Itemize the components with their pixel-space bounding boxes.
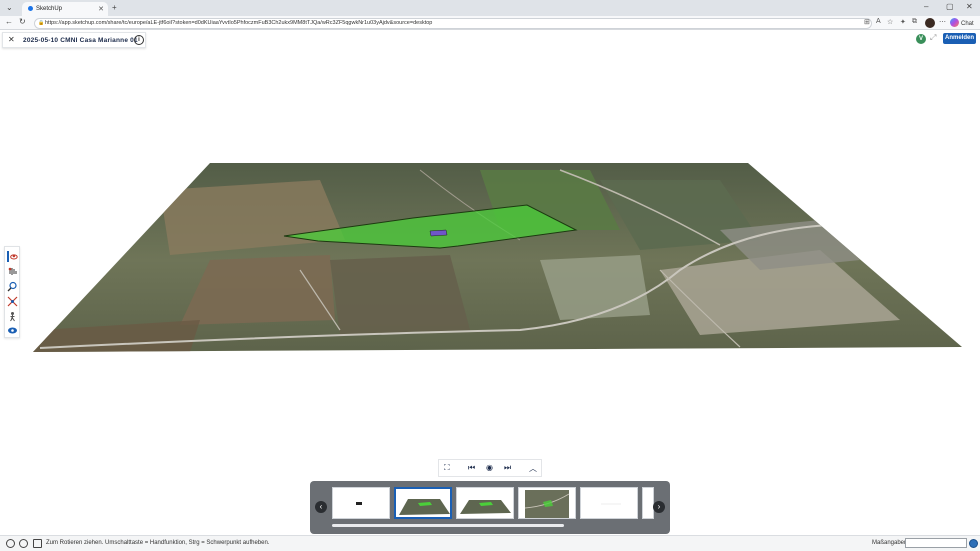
collapse-icon[interactable]: ︿: [529, 463, 537, 474]
url-text: https://app.sketchup.com/share/tc/europe…: [45, 20, 433, 26]
read-aloud-icon[interactable]: A: [876, 18, 881, 25]
orbit-icon[interactable]: [7, 251, 18, 262]
previous-scene-icon[interactable]: ⏮: [468, 463, 475, 473]
copilot-icon: [950, 18, 959, 27]
profile-avatar[interactable]: [925, 18, 935, 28]
close-tab-icon[interactable]: ✕: [98, 5, 104, 13]
collections-icon[interactable]: ⧉: [912, 18, 917, 26]
minimize-window-icon[interactable]: –: [924, 2, 928, 11]
scene-thumbnail[interactable]: [394, 487, 452, 519]
status-hint: Zum Rotieren ziehen. Umschalttaste = Han…: [46, 540, 270, 546]
measurements-input[interactable]: [905, 538, 967, 548]
look-around-icon[interactable]: [7, 325, 18, 336]
signin-button[interactable]: Anmelden: [943, 33, 976, 44]
copilot-button[interactable]: Chat: [950, 18, 974, 27]
scene-thumbnail[interactable]: [332, 487, 390, 519]
more-menu-icon[interactable]: ⋯: [939, 18, 946, 26]
sketchup-favicon-icon: [28, 6, 33, 11]
info-icon[interactable]: i: [134, 35, 144, 45]
parcel-building: [429, 229, 448, 237]
scenes-scrollbar[interactable]: [332, 524, 564, 527]
model-title: 2025-05-10 CMNI Casa Marianne 01: [23, 37, 138, 44]
sketchup-app: ✕ 2025-05-10 CMNI Casa Marianne 01 i V ⤢…: [0, 30, 980, 551]
fullscreen-icon[interactable]: ⛶: [444, 463, 450, 473]
extensions-icon[interactable]: ✦: [900, 18, 906, 26]
credits-icon[interactable]: [33, 539, 42, 548]
tab-list-icon[interactable]: ⌄: [6, 3, 13, 13]
copilot-label: Chat: [961, 21, 974, 27]
close-window-icon[interactable]: ✕: [966, 2, 973, 11]
url-field[interactable]: 🔒 https://app.sketchup.com/share/tc/euro…: [34, 18, 872, 29]
back-icon[interactable]: ←: [5, 17, 13, 26]
zoom-icon[interactable]: [7, 281, 18, 292]
terrain-plane: [33, 163, 962, 352]
pan-icon[interactable]: [7, 266, 18, 277]
browser-address-bar: ← ↻ 🔒 https://app.sketchup.com/share/tc/…: [0, 16, 980, 30]
help-icon[interactable]: [6, 539, 15, 548]
browser-tab[interactable]: SketchUp ✕: [22, 2, 108, 16]
zoom-extents-icon[interactable]: [7, 296, 18, 307]
scenes-panel: ‹ ›: [310, 481, 670, 534]
navigation-toolbar: [4, 246, 20, 338]
scene-thumbnail[interactable]: [456, 487, 514, 519]
play-icon[interactable]: ◉: [486, 463, 493, 472]
scroll-right-icon[interactable]: ›: [653, 501, 665, 513]
browser-tab-title: SketchUp: [36, 6, 63, 12]
reload-icon[interactable]: ↻: [19, 17, 26, 26]
scene-thumbnail[interactable]: [518, 487, 576, 519]
lock-icon: 🔒: [38, 20, 45, 26]
measurements-label: Maßangaben: [872, 540, 908, 546]
scene-playback-controls: ⛶ ⏮ ◉ ⏭ ︿: [438, 459, 542, 477]
close-model-icon[interactable]: ✕: [8, 35, 15, 44]
globe-settings-icon[interactable]: [19, 539, 28, 548]
geo-location-icon[interactable]: [969, 539, 978, 548]
favorite-icon[interactable]: ☆: [887, 18, 893, 26]
scene-thumbnail[interactable]: [642, 487, 654, 519]
reader-icon[interactable]: ⊞: [864, 18, 870, 26]
model-title-card: ✕ 2025-05-10 CMNI Casa Marianne 01 i: [2, 32, 146, 48]
next-scene-icon[interactable]: ⏭: [504, 463, 511, 473]
browser-tab-strip: ⌄ SketchUp ✕ + – ▢ ✕: [0, 0, 980, 16]
status-bar: Zum Rotieren ziehen. Umschalttaste = Han…: [0, 535, 980, 551]
maximize-window-icon[interactable]: ▢: [946, 2, 954, 11]
expand-icon[interactable]: ⤢: [930, 33, 936, 43]
walk-icon[interactable]: [7, 311, 18, 322]
scene-thumbnail[interactable]: [580, 487, 638, 519]
version-badge[interactable]: V: [916, 34, 926, 44]
scroll-left-icon[interactable]: ‹: [315, 501, 327, 513]
new-tab-icon[interactable]: +: [112, 3, 117, 13]
